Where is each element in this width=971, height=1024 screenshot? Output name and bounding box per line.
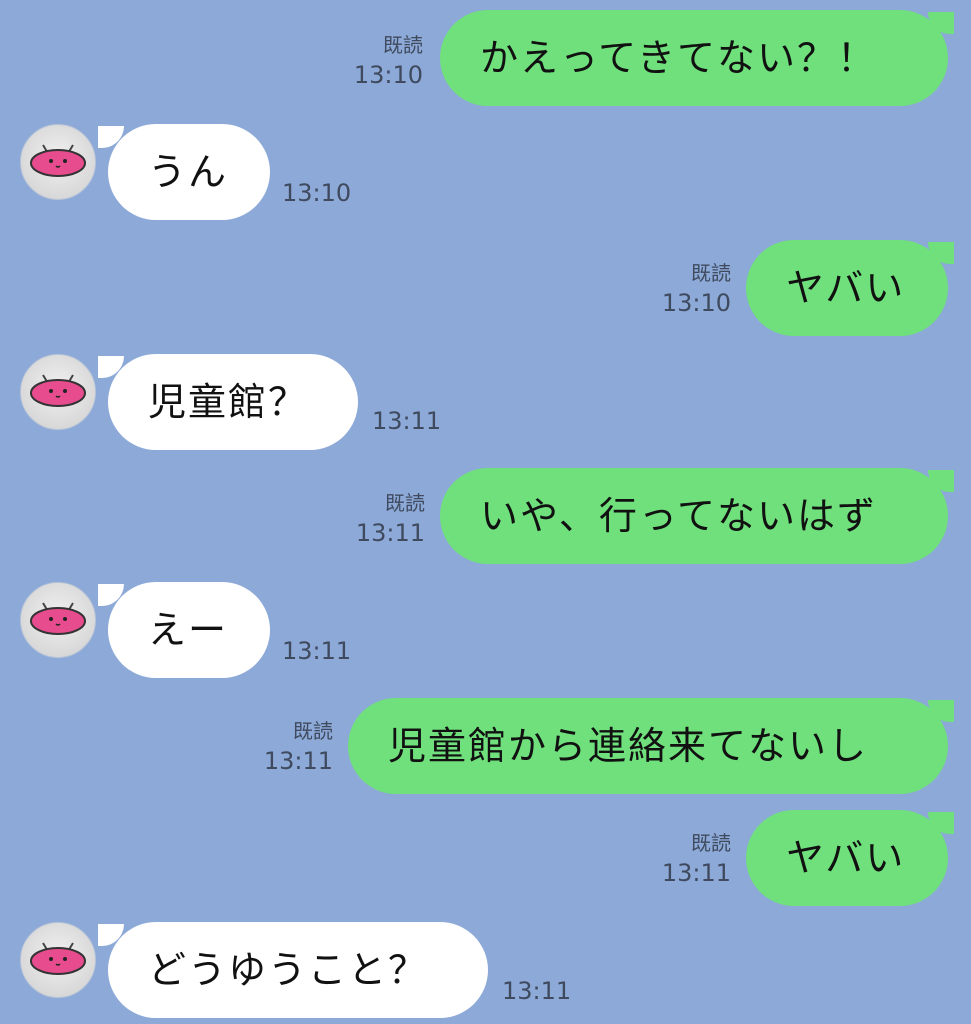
message-bubble[interactable]: ヤバい bbox=[746, 240, 948, 336]
contact-avatar[interactable] bbox=[20, 124, 96, 200]
message-meta: 13:10 bbox=[282, 178, 351, 208]
message-bubble[interactable]: 児童館から連絡来てないし bbox=[348, 698, 948, 794]
pink-rabbit-icon bbox=[30, 602, 86, 635]
pink-rabbit-icon bbox=[30, 942, 86, 975]
read-receipt: 既読 bbox=[691, 831, 731, 855]
read-receipt: 既読 bbox=[691, 261, 731, 285]
read-receipt: 既読 bbox=[385, 491, 425, 515]
message-meta: 13:11 bbox=[282, 636, 351, 666]
message-bubble[interactable]: いや、行ってないはず bbox=[440, 468, 948, 564]
message-bubble[interactable]: うん bbox=[108, 124, 270, 220]
message-meta: 既読 13:10 bbox=[662, 258, 731, 318]
message-time: 13:11 bbox=[502, 977, 572, 1005]
contact-avatar[interactable] bbox=[20, 922, 96, 998]
pink-rabbit-icon bbox=[30, 374, 86, 407]
read-receipt: 既読 bbox=[293, 719, 333, 743]
message-bubble[interactable]: どうゆうこと？ bbox=[108, 922, 488, 1018]
contact-avatar[interactable] bbox=[20, 582, 96, 658]
message-bubble[interactable]: ヤバい bbox=[746, 810, 948, 906]
message-time: 13:11 bbox=[661, 859, 731, 887]
message-time: 13:11 bbox=[263, 747, 333, 775]
message-time: 13:10 bbox=[282, 179, 352, 207]
message-meta: 既読 13:11 bbox=[264, 716, 333, 776]
message-bubble[interactable]: えー bbox=[108, 582, 270, 678]
read-receipt: 既読 bbox=[383, 33, 423, 57]
message-bubble[interactable]: かえってきてない？！ bbox=[440, 10, 948, 106]
message-time: 13:11 bbox=[372, 407, 442, 435]
message-meta: 既読 13:11 bbox=[662, 828, 731, 888]
message-time: 13:10 bbox=[353, 61, 423, 89]
message-meta: 既読 13:10 bbox=[354, 30, 423, 90]
contact-avatar[interactable] bbox=[20, 354, 96, 430]
message-meta: 13:11 bbox=[502, 976, 571, 1006]
message-bubble[interactable]: 児童館？ bbox=[108, 354, 358, 450]
message-time: 13:11 bbox=[355, 519, 425, 547]
message-time: 13:10 bbox=[661, 289, 731, 317]
message-meta: 既読 13:11 bbox=[356, 488, 425, 548]
message-time: 13:11 bbox=[282, 637, 352, 665]
pink-rabbit-icon bbox=[30, 144, 86, 177]
message-meta: 13:11 bbox=[372, 406, 441, 436]
